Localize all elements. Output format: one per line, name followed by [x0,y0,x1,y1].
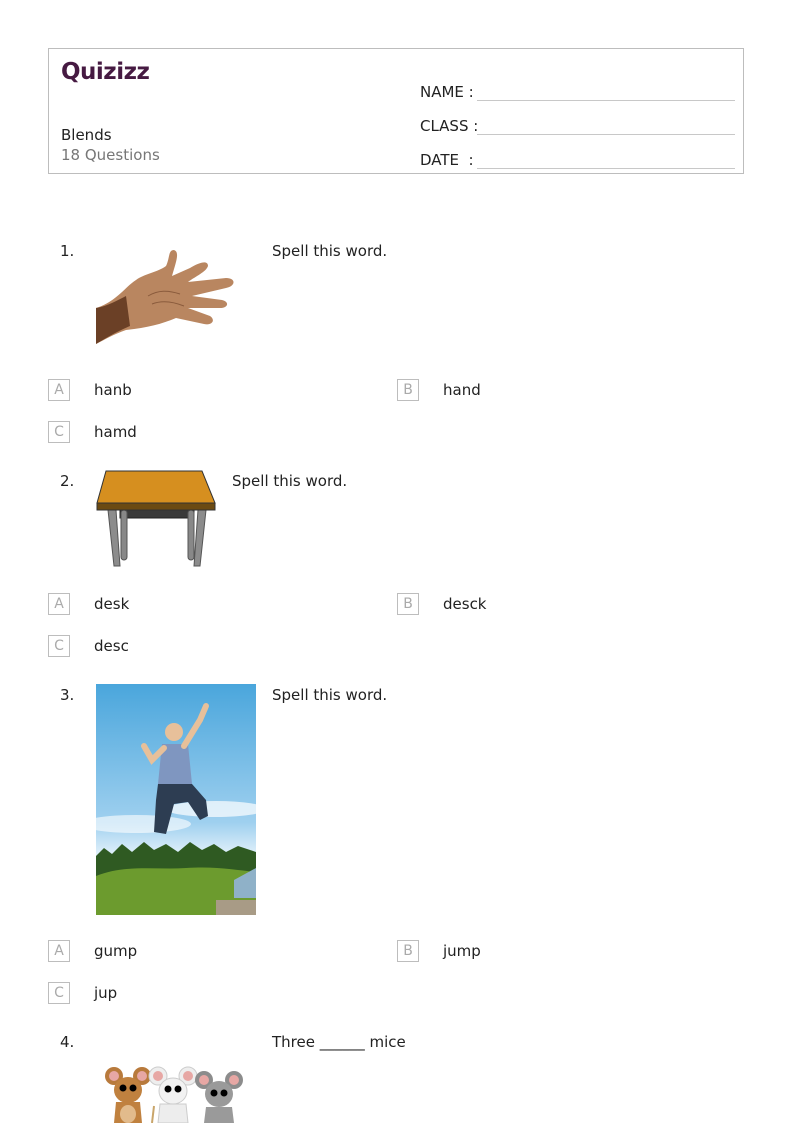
option-letter: C [48,421,70,443]
name-field: NAME : [420,67,735,101]
quiz-title: Blends [61,126,112,144]
option-b[interactable]: B desck [397,593,487,615]
option-text: hamd [94,423,137,441]
option-text: hanb [94,381,132,399]
hand-image [96,246,238,346]
student-fields: NAME : CLASS : DATE : [420,67,735,169]
question-number: 4. [60,1033,75,1051]
option-text: desk [94,595,130,613]
option-b[interactable]: B hand [397,379,481,401]
option-text: desc [94,637,129,655]
option-text: jump [443,942,481,960]
date-field: DATE : [420,135,735,169]
desk-image [96,470,218,570]
option-c[interactable]: C desc [48,635,129,657]
option-letter: B [397,940,419,962]
three-mice-image [100,1064,250,1124]
class-line[interactable] [477,112,735,135]
option-letter: B [397,593,419,615]
option-letter: A [48,593,70,615]
question-count: 18 Questions [61,146,160,164]
question-number: 1. [60,242,75,260]
option-a[interactable]: A gump [48,940,137,962]
option-letter: A [48,940,70,962]
option-text: desck [443,595,487,613]
option-text: jup [94,984,118,1002]
question-text: Spell this word. [272,242,388,260]
quizizz-logo: Quizizz [61,59,150,85]
option-letter: A [48,379,70,401]
option-c[interactable]: C hamd [48,421,137,443]
option-c[interactable]: C jup [48,982,117,1004]
question-text: Three ______ mice [272,1033,406,1051]
class-label: CLASS : [420,117,479,135]
date-line[interactable] [477,146,735,169]
option-letter: C [48,635,70,657]
option-text: gump [94,942,138,960]
option-a[interactable]: A hanb [48,379,132,401]
option-b[interactable]: B jump [397,940,481,962]
option-letter: C [48,982,70,1004]
date-label: DATE : [420,151,474,169]
jumping-boy-image [81,684,266,915]
question-text: Spell this word. [272,686,388,704]
name-label: NAME : [420,83,474,101]
option-letter: B [397,379,419,401]
name-line[interactable] [477,78,735,101]
option-text: hand [443,381,481,399]
question-number: 2. [60,472,75,490]
question-text: Spell this word. [232,472,348,490]
class-field: CLASS : [420,101,735,135]
question-number: 3. [60,686,75,704]
worksheet-header: Quizizz Blends 18 Questions NAME : CLASS… [48,48,744,174]
option-a[interactable]: A desk [48,593,129,615]
